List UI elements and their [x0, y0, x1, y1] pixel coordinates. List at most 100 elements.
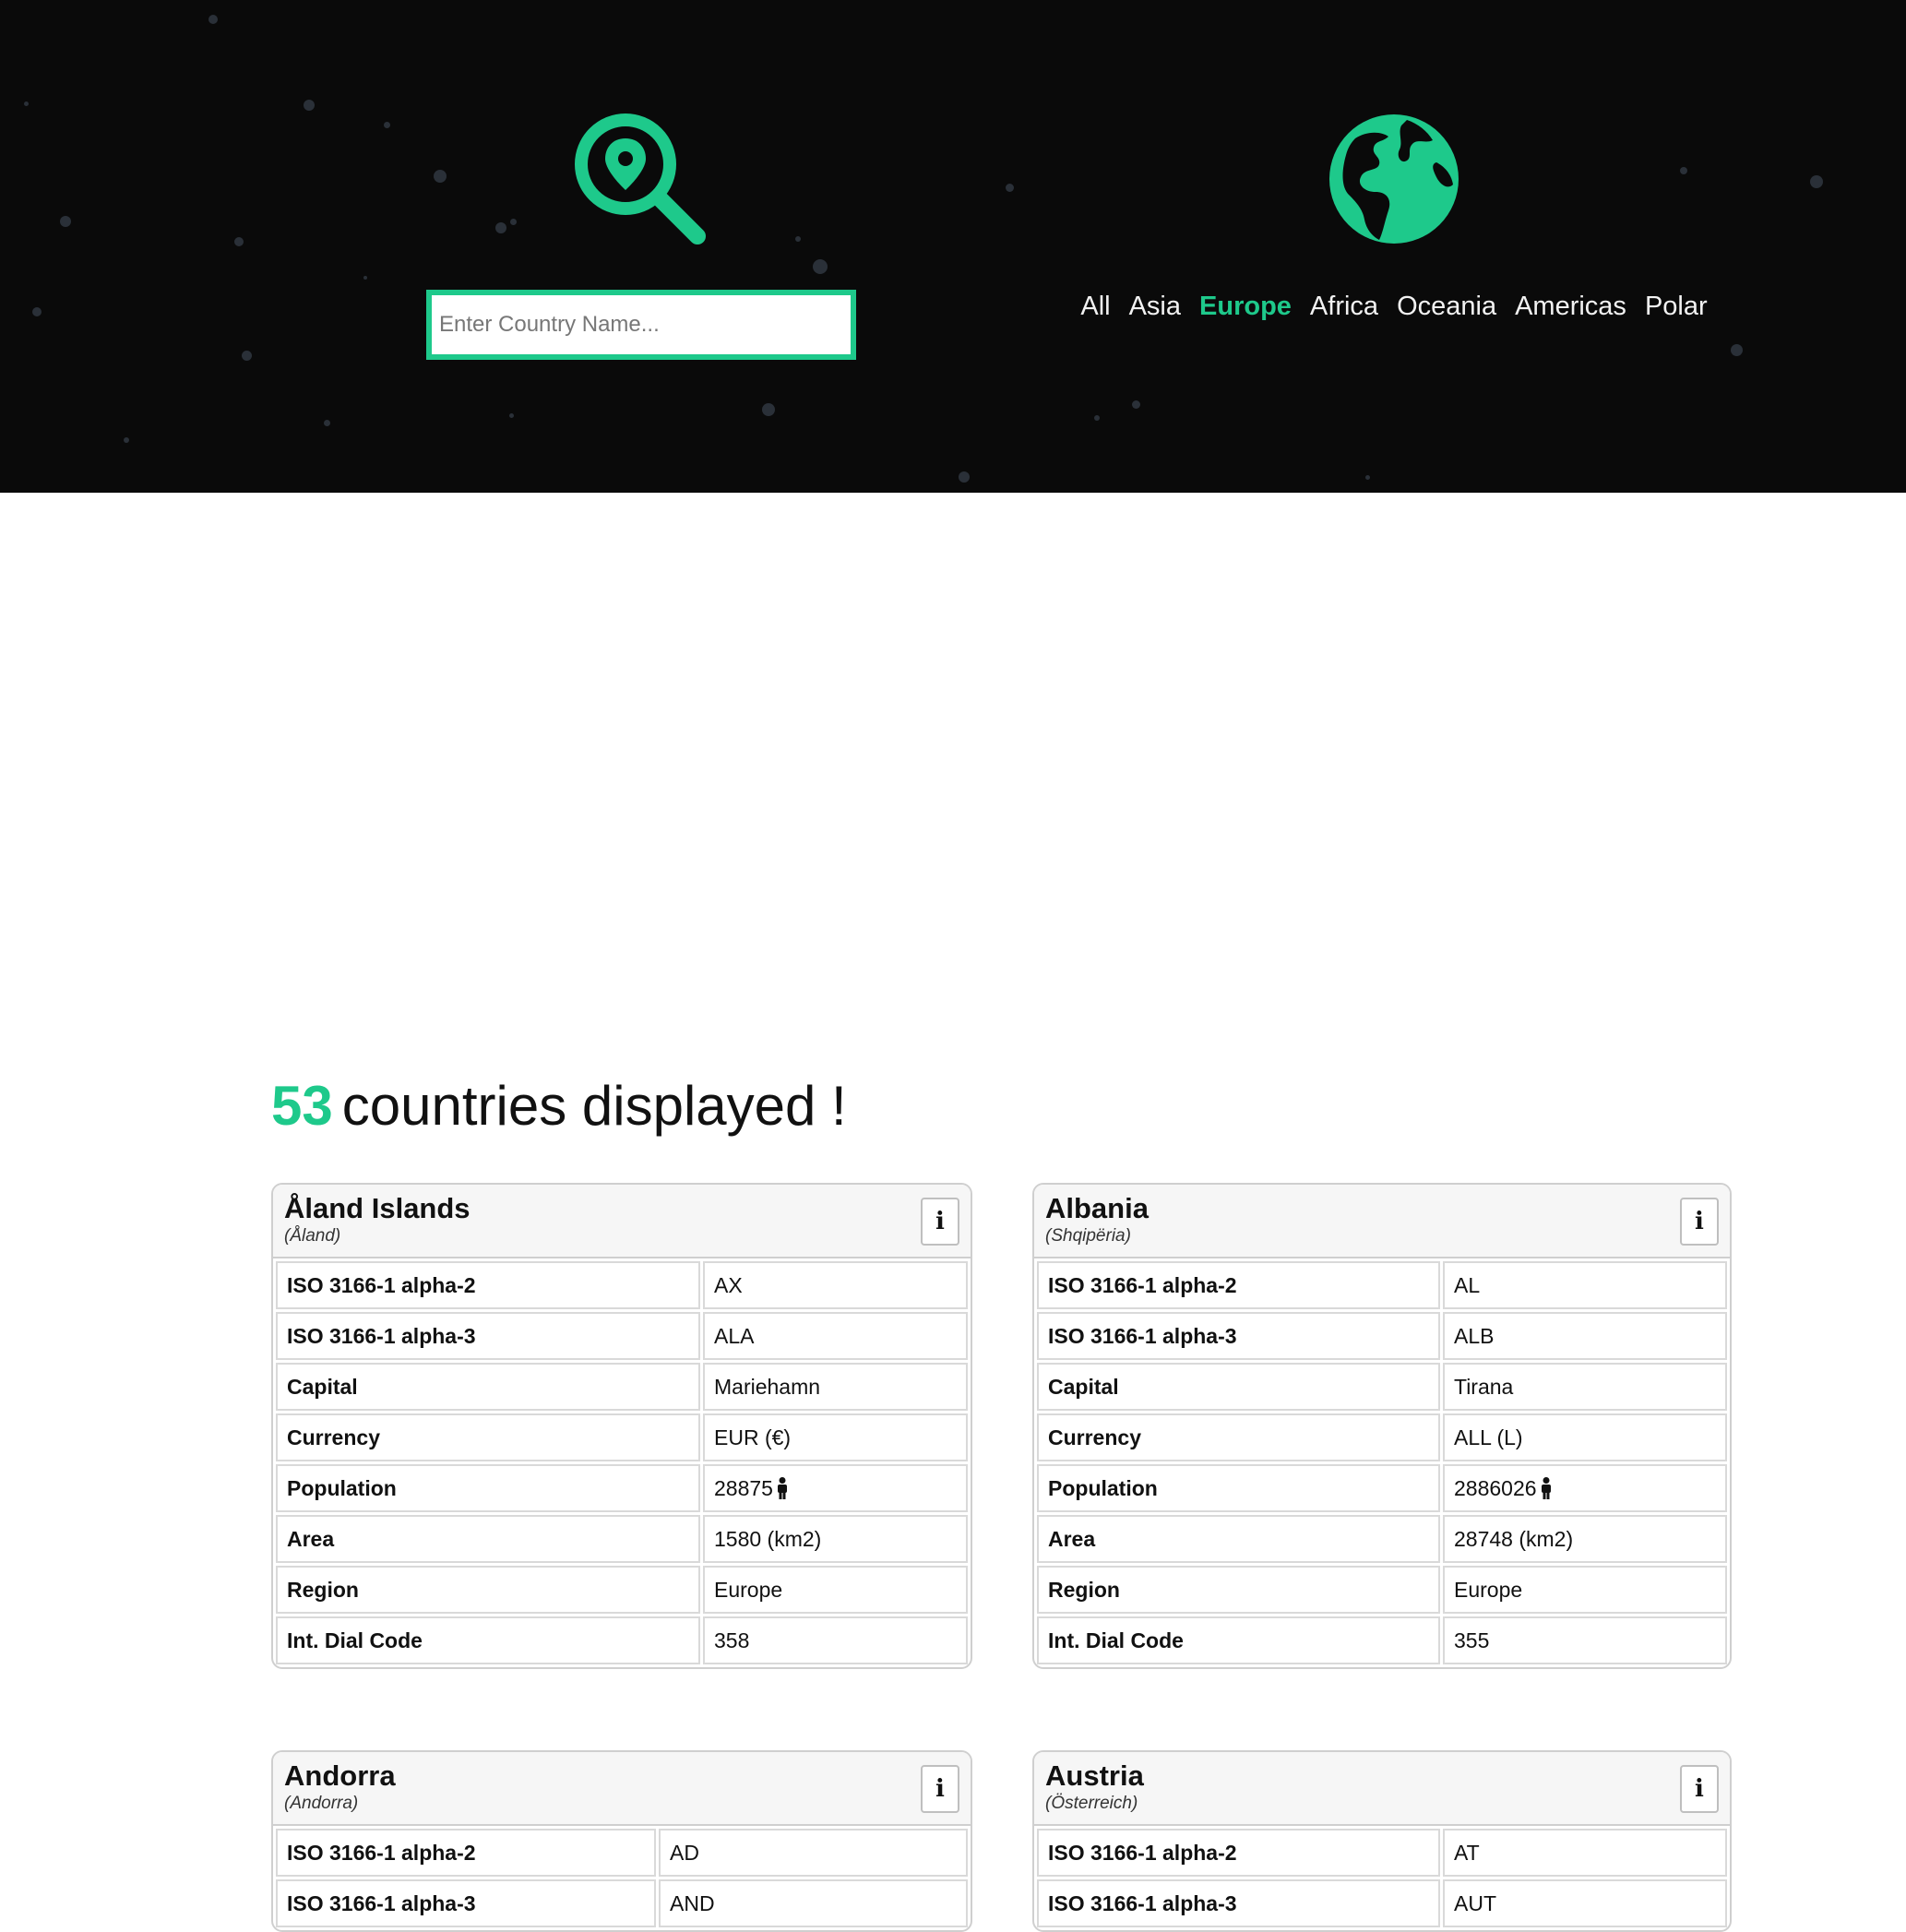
field-label-population: Population: [1037, 1464, 1440, 1512]
table-row: ISO 3166-1 alpha-2 AX: [276, 1261, 968, 1309]
table-row: Currency ALL (L): [1037, 1413, 1727, 1461]
field-value-currency: ALL (L): [1443, 1413, 1727, 1461]
field-label-dial: Int. Dial Code: [276, 1616, 700, 1664]
country-card-header: Austria (Österreich) i: [1034, 1752, 1730, 1826]
table-row: ISO 3166-1 alpha-3 ALA: [276, 1312, 968, 1360]
info-button[interactable]: i: [921, 1198, 959, 1246]
star-dot: [1132, 400, 1140, 409]
field-label-alpha2: ISO 3166-1 alpha-2: [276, 1261, 700, 1309]
region-link-oceania[interactable]: Oceania: [1397, 292, 1496, 322]
table-row: Population 2886026: [1037, 1464, 1727, 1512]
star-dot: [324, 420, 330, 426]
country-native-name: (Åland): [284, 1226, 341, 1246]
field-label-alpha3: ISO 3166-1 alpha-3: [276, 1879, 656, 1927]
country-native-name: (Andorra): [284, 1794, 359, 1813]
field-label-area: Area: [276, 1515, 700, 1563]
field-value-population: 28875: [703, 1464, 968, 1512]
country-facts-table: ISO 3166-1 alpha-2 AL ISO 3166-1 alpha-3 AL…: [1034, 1258, 1730, 1667]
field-value-capital: Mariehamn: [703, 1363, 968, 1411]
country-name: Albania: [1045, 1192, 1149, 1224]
field-label-alpha2: ISO 3166-1 alpha-2: [1037, 1261, 1440, 1309]
country-name: Åland Islands: [284, 1192, 471, 1224]
field-value: 355: [1454, 1628, 1490, 1652]
star-dot: [1731, 344, 1743, 356]
country-card-header: Åland Islands (Åland) i: [273, 1185, 971, 1258]
region-link-africa[interactable]: Africa: [1310, 292, 1378, 322]
country-facts-table: ISO 3166-1 alpha-2 AD ISO 3166-1 alpha-3 AN…: [273, 1826, 971, 1930]
field-value-alpha3: ALA: [703, 1312, 968, 1360]
field-value-alpha3: AND: [659, 1879, 968, 1927]
field-value-alpha3: ALB: [1443, 1312, 1727, 1360]
field-value: EUR (€): [714, 1425, 792, 1449]
field-value-area: 28748 (km2): [1443, 1515, 1727, 1563]
star-dot: [124, 437, 129, 443]
table-row: ISO 3166-1 alpha-3 AND: [276, 1879, 968, 1927]
star-dot: [208, 15, 218, 24]
field-value: AUT: [1454, 1890, 1496, 1915]
field-label-alpha3: ISO 3166-1 alpha-3: [1037, 1312, 1440, 1360]
region-link-polar[interactable]: Polar: [1645, 292, 1708, 322]
field-value: ALA: [714, 1323, 755, 1348]
field-value: AD: [670, 1840, 699, 1865]
field-label-currency: Currency: [1037, 1413, 1440, 1461]
field-label-area: Area: [1037, 1515, 1440, 1563]
region-link-all[interactable]: All: [1080, 292, 1110, 322]
field-value: ALL (L): [1454, 1425, 1523, 1449]
map-pin-search-icon: [575, 113, 706, 244]
table-row: Int. Dial Code 358: [276, 1616, 968, 1664]
star-dot: [363, 276, 367, 280]
region-link-americas[interactable]: Americas: [1515, 292, 1626, 322]
field-value: AX: [714, 1272, 743, 1297]
star-dot: [234, 237, 244, 246]
field-label-capital: Capital: [276, 1363, 700, 1411]
info-button[interactable]: i: [921, 1765, 959, 1813]
country-name: Austria: [1045, 1759, 1144, 1792]
star-dot: [1365, 475, 1370, 480]
field-value-capital: Tirana: [1443, 1363, 1727, 1411]
country-card: Austria (Österreich) i ISO 3166-1 alpha-2 AT…: [1032, 1750, 1732, 1932]
field-label-alpha3: ISO 3166-1 alpha-3: [1037, 1879, 1440, 1927]
info-button[interactable]: i: [1680, 1198, 1719, 1246]
countries-count-number: 53: [271, 1075, 333, 1137]
globe-icon: [1329, 114, 1459, 244]
country-native-name: (Österreich): [1045, 1794, 1138, 1813]
country-card-header: Albania (Shqipëria) i: [1034, 1185, 1730, 1258]
field-value-currency: EUR (€): [703, 1413, 968, 1461]
country-facts-table: ISO 3166-1 alpha-2 AT ISO 3166-1 alpha-3 AU…: [1034, 1826, 1730, 1930]
countries-count-text: countries displayed !: [341, 1075, 847, 1137]
country-native-name: (Shqipëria): [1045, 1226, 1131, 1246]
field-label-alpha2: ISO 3166-1 alpha-2: [1037, 1829, 1440, 1877]
star-dot: [1094, 415, 1100, 421]
region-link-asia[interactable]: Asia: [1129, 292, 1181, 322]
field-value-dial: 358: [703, 1616, 968, 1664]
field-value: Europe: [714, 1577, 783, 1602]
table-row: Capital Mariehamn: [276, 1363, 968, 1411]
field-value: Tirana: [1454, 1374, 1514, 1399]
table-row: Area 28748 (km2): [1037, 1515, 1727, 1563]
field-value-area: 1580 (km2): [703, 1515, 968, 1563]
field-label-region: Region: [276, 1566, 700, 1614]
region-link-europe[interactable]: Europe: [1199, 292, 1292, 322]
table-row: Population 28875: [276, 1464, 968, 1512]
field-value-alpha3: AUT: [1443, 1879, 1727, 1927]
country-search-input[interactable]: [426, 290, 856, 360]
star-dot: [1810, 175, 1823, 188]
field-value: ALB: [1454, 1323, 1495, 1348]
field-value: 1580 (km2): [714, 1526, 822, 1551]
field-value: AL: [1454, 1272, 1481, 1297]
country-card: Albania (Shqipëria) i ISO 3166-1 alpha-2 AL I…: [1032, 1183, 1732, 1669]
info-button[interactable]: i: [1680, 1765, 1719, 1813]
region-filter-nav: All Asia Europe Africa Oceania Americas Polar: [1080, 292, 1707, 322]
table-row: ISO 3166-1 alpha-3 ALB: [1037, 1312, 1727, 1360]
table-row: Area 1580 (km2): [276, 1515, 968, 1563]
field-value-region: Europe: [703, 1566, 968, 1614]
field-value-alpha2: AX: [703, 1261, 968, 1309]
country-name: Andorra: [284, 1759, 396, 1792]
star-dot: [384, 122, 390, 128]
field-value-alpha2: AL: [1443, 1261, 1727, 1309]
table-row: Currency EUR (€): [276, 1413, 968, 1461]
search-section: [426, 111, 856, 360]
field-label-dial: Int. Dial Code: [1037, 1616, 1440, 1664]
table-row: Capital Tirana: [1037, 1363, 1727, 1411]
field-value: AND: [670, 1890, 715, 1915]
